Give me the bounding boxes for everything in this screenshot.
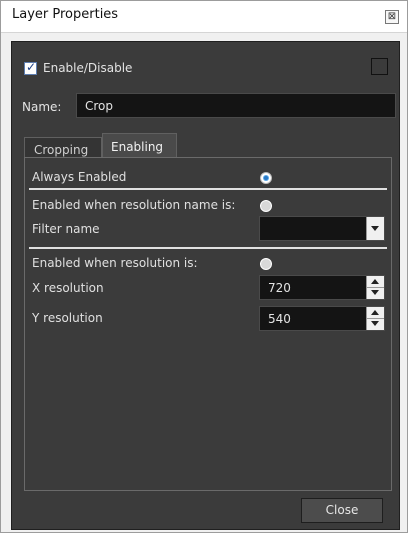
x-resolution-spinner[interactable] — [366, 276, 384, 299]
filter-name-dropdown[interactable] — [259, 216, 385, 241]
tab-enabling[interactable]: Enabling — [102, 133, 177, 158]
filter-name-label: Filter name — [32, 222, 100, 236]
x-resolution-label: X resolution — [32, 281, 104, 295]
resolution-label: Enabled when resolution is: — [32, 256, 198, 270]
x-resolution-field[interactable]: 720 — [259, 275, 385, 300]
enable-disable-label: Enable/Disable — [43, 61, 133, 75]
enabling-tab-content: Always Enabled Enabled when resolution n… — [24, 157, 392, 491]
resolution-radio[interactable] — [260, 258, 272, 270]
spin-up-icon[interactable] — [367, 307, 384, 319]
tab-cropping[interactable]: Cropping — [24, 137, 102, 158]
window-close-icon[interactable]: ⊠ — [385, 10, 399, 24]
window-title: Layer Properties — [12, 7, 119, 22]
separator — [29, 247, 387, 249]
y-resolution-spinner[interactable] — [366, 307, 384, 330]
color-swatch-box[interactable] — [371, 58, 388, 75]
separator — [29, 188, 387, 190]
resolution-name-label: Enabled when resolution name is: — [32, 198, 236, 212]
always-enabled-radio[interactable] — [260, 172, 272, 184]
properties-panel: Enable/Disable Name: Crop Cropping Enabl… — [11, 41, 400, 530]
spin-down-icon[interactable] — [367, 319, 384, 330]
spin-down-icon[interactable] — [367, 288, 384, 299]
name-field[interactable]: Crop — [76, 93, 396, 118]
y-resolution-field[interactable]: 540 — [259, 306, 385, 331]
layer-properties-window: Layer Properties ⊠ Enable/Disable Name: … — [0, 0, 408, 533]
enable-disable-checkbox[interactable] — [24, 60, 37, 75]
name-label: Name: — [22, 100, 62, 114]
chevron-down-icon[interactable] — [366, 217, 384, 240]
y-resolution-value: 540 — [268, 312, 291, 326]
resolution-name-radio[interactable] — [260, 200, 272, 212]
always-enabled-label: Always Enabled — [32, 170, 127, 184]
title-bar: Layer Properties ⊠ — [1, 1, 407, 33]
x-resolution-value: 720 — [268, 281, 291, 295]
y-resolution-label: Y resolution — [32, 311, 103, 325]
close-button[interactable]: Close — [301, 498, 383, 523]
spin-up-icon[interactable] — [367, 276, 384, 288]
